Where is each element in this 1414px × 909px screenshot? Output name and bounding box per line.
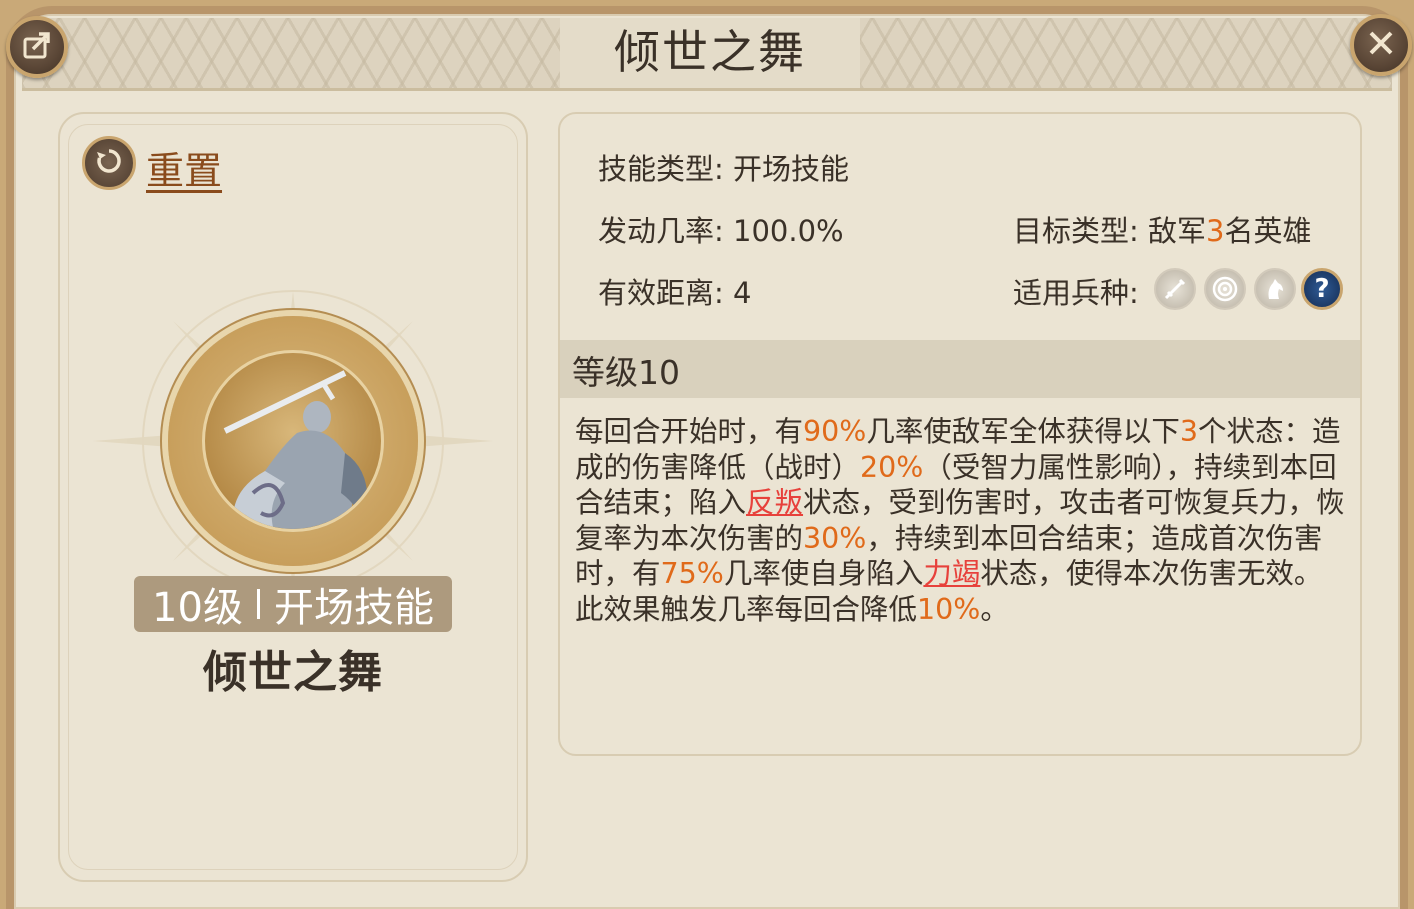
- range-row: 有效距离: 4: [598, 270, 751, 312]
- status-link-exhausted[interactable]: 力竭: [923, 557, 980, 590]
- desc-text: 。: [980, 592, 1009, 626]
- skill-type-row: 技能类型: 开场技能: [598, 146, 849, 188]
- desc-value: 20%: [860, 450, 924, 484]
- target-type-label: 目标类型:: [1013, 214, 1139, 248]
- reset-button[interactable]: [82, 136, 136, 190]
- target-prefix: 敌军: [1148, 214, 1207, 248]
- skill-type-value: 开场技能: [733, 152, 850, 186]
- skill-name: 倾世之舞: [203, 647, 383, 698]
- troops-label: 适用兵种:: [1013, 276, 1139, 310]
- close-icon: [1366, 28, 1396, 62]
- question-mark: ?: [1314, 274, 1330, 304]
- desc-value: 10%: [917, 592, 981, 626]
- desc-value: 75%: [660, 557, 724, 590]
- skill-type-label: 技能类型:: [598, 152, 724, 186]
- window-title: 倾世之舞: [614, 25, 806, 79]
- share-button[interactable]: [6, 16, 68, 78]
- range-value: 4: [733, 276, 752, 310]
- sword-icon[interactable]: [1154, 268, 1196, 310]
- target-suffix: 名英雄: [1224, 214, 1312, 248]
- level-badge: 10级 开场技能: [134, 576, 452, 632]
- status-link-rebel[interactable]: 反叛: [746, 486, 803, 519]
- range-label: 有效距离:: [598, 276, 724, 310]
- skill-level: 10级: [152, 585, 243, 631]
- share-icon: [21, 29, 53, 65]
- skill-portrait: [202, 350, 384, 532]
- target-count: 3: [1206, 214, 1225, 248]
- dancer-figure-icon: [223, 370, 368, 529]
- skill-kind: 开场技能: [273, 585, 434, 631]
- target-type-row: 目标类型: 敌军3名英雄: [1013, 208, 1311, 250]
- badge-divider: [256, 589, 260, 619]
- desc-value: 3: [1179, 415, 1199, 448]
- question-icon[interactable]: ?: [1301, 268, 1343, 310]
- desc-text: 几率使自身陷入: [723, 557, 924, 590]
- trigger-rate-row: 发动几率: 100.0%: [598, 208, 844, 250]
- trigger-rate-value: 100.0%: [733, 214, 844, 248]
- target-icon[interactable]: [1204, 268, 1246, 310]
- trigger-rate-label: 发动几率:: [598, 214, 724, 248]
- level-header-bar: [560, 340, 1360, 398]
- reset-icon: [94, 146, 124, 180]
- close-button[interactable]: [1350, 14, 1412, 76]
- horse-icon[interactable]: [1254, 268, 1296, 310]
- desc-value: 90%: [803, 415, 867, 448]
- level-header: 等级10: [572, 353, 680, 392]
- reset-link[interactable]: 重置: [146, 140, 222, 195]
- desc-text: 每回合开始时，有: [575, 415, 804, 448]
- desc-text: 几率使敌军全体获得以下: [866, 415, 1180, 448]
- skill-description: 每回合开始时，有90%几率使敌军全体获得以下3个状态：造成的伤害降低（战时）20…: [575, 414, 1345, 627]
- desc-value: 30%: [803, 521, 867, 555]
